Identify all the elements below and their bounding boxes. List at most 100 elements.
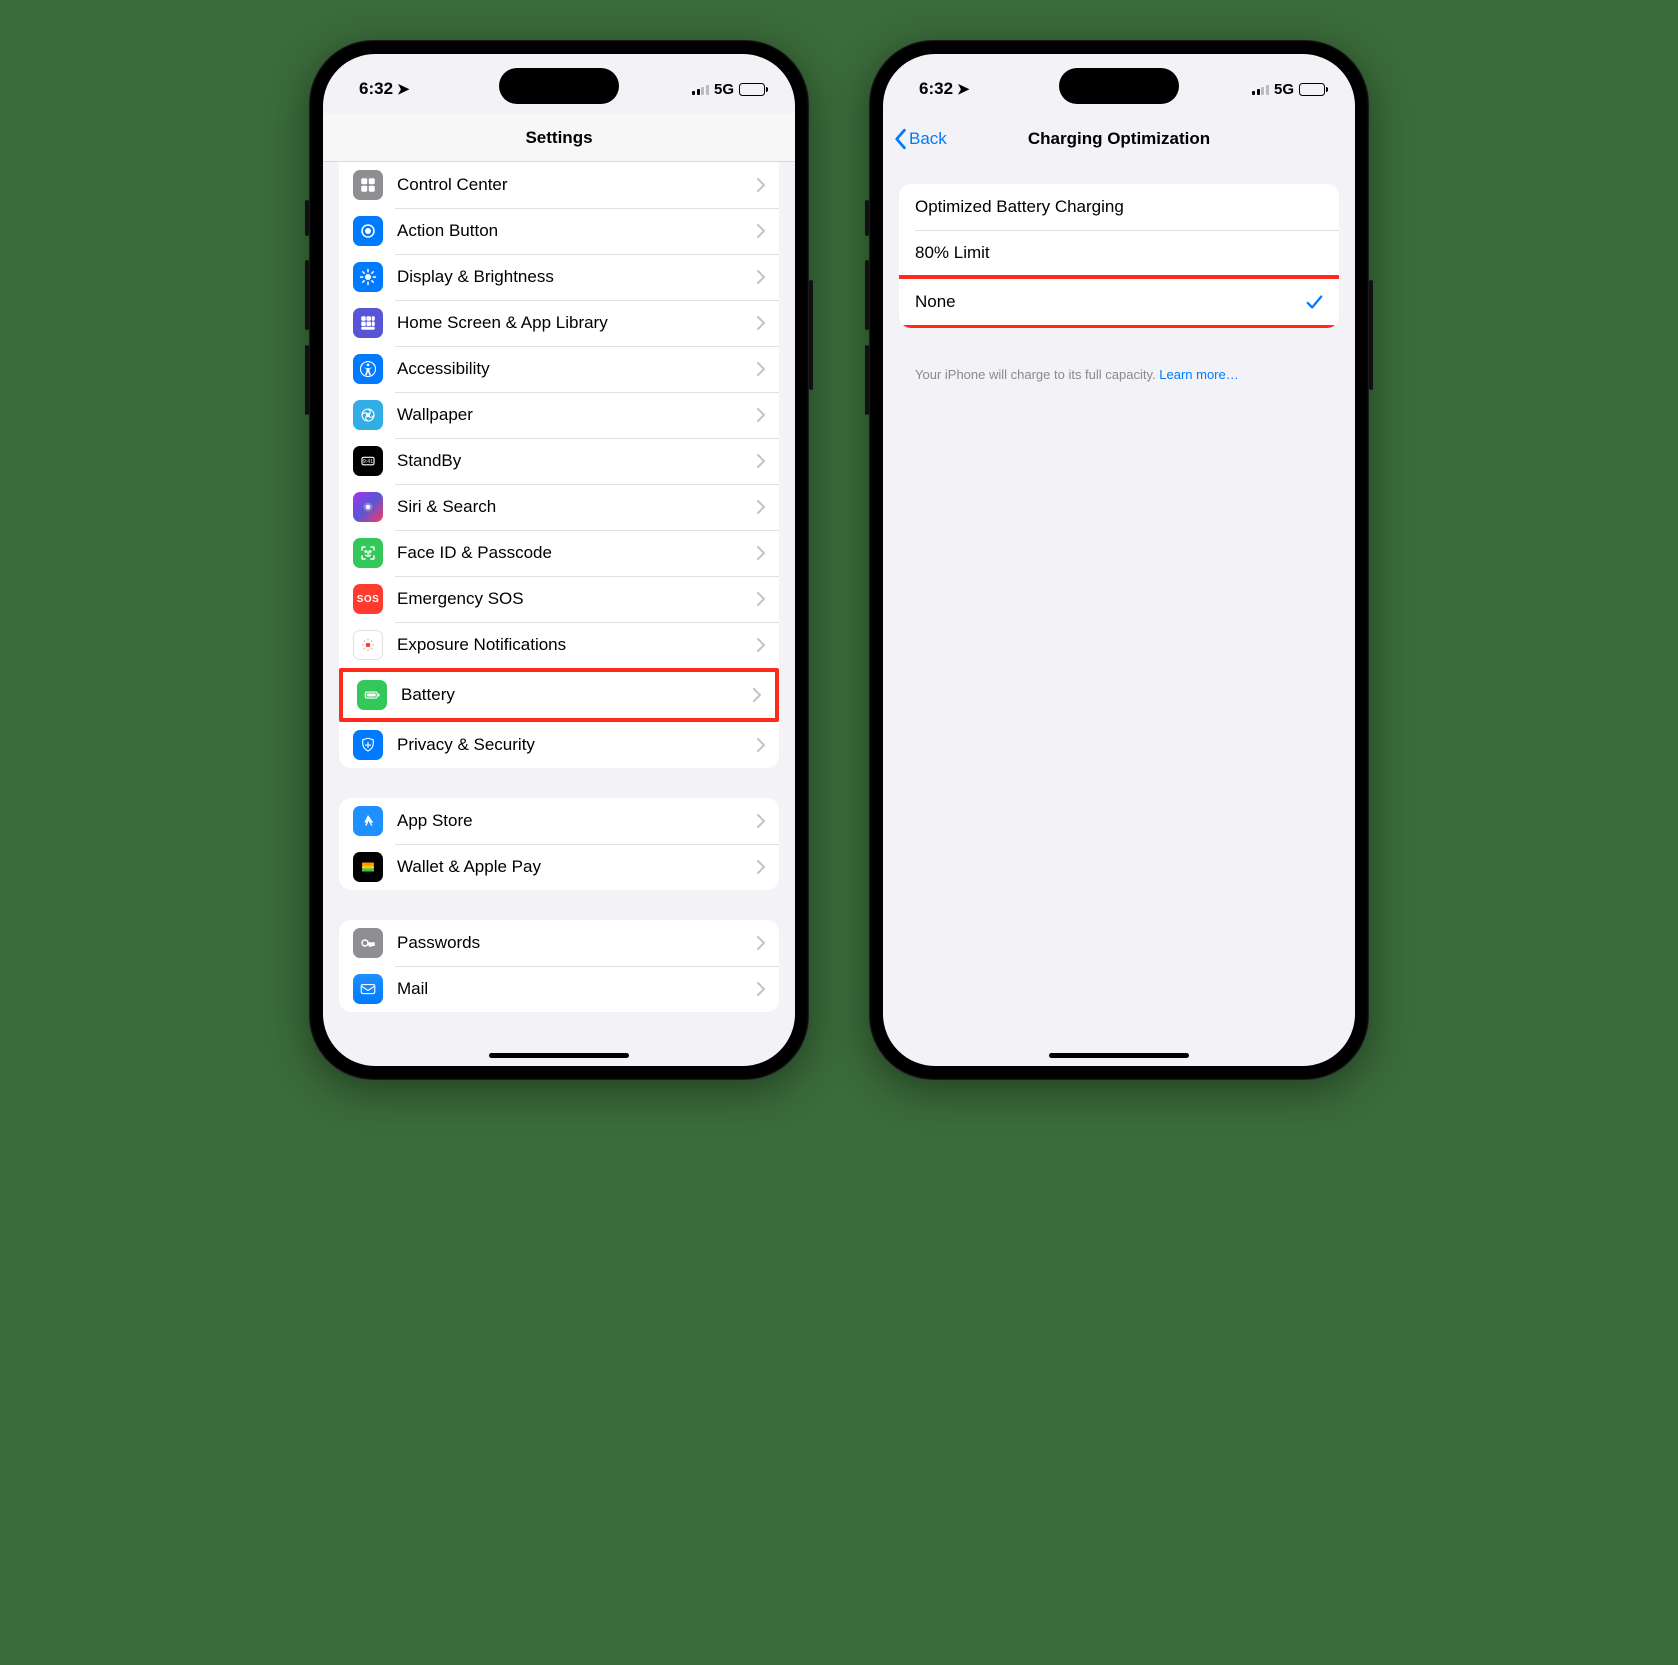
screen-charging-opt: 6:32 ➤ 5G Back Charging Optimization Opt… <box>883 54 1355 1066</box>
mail-icon <box>353 974 383 1004</box>
nav-bar: Back Charging Optimization <box>883 114 1355 164</box>
chevron-right-icon <box>757 592 765 606</box>
siri-icon <box>353 492 383 522</box>
side-button <box>305 345 309 415</box>
appstore-icon <box>353 806 383 836</box>
chevron-right-icon <box>757 408 765 422</box>
row-label: Mail <box>397 979 757 999</box>
home-indicator[interactable] <box>489 1053 629 1058</box>
status-time: 6:32 <box>919 79 953 99</box>
status-network: 5G <box>1274 81 1294 98</box>
row-label: Wallet & Apple Pay <box>397 857 757 877</box>
chevron-right-icon <box>757 738 765 752</box>
row-label: Face ID & Passcode <box>397 543 757 563</box>
battery-icon <box>357 680 387 710</box>
settings-row-action-button[interactable]: Action Button <box>339 208 779 254</box>
footer-note: Your iPhone will charge to its full capa… <box>899 358 1339 384</box>
settings-row-display-brightness[interactable]: Display & Brightness <box>339 254 779 300</box>
home-indicator[interactable] <box>1049 1053 1189 1058</box>
row-label: Privacy & Security <box>397 735 757 755</box>
option-none[interactable]: None <box>899 279 1339 325</box>
highlight-annotation: Battery <box>339 668 779 722</box>
page-title: Charging Optimization <box>1028 129 1210 149</box>
settings-content[interactable]: Control Center Action Button Display & Bri… <box>323 162 795 1066</box>
home-screen-icon <box>353 308 383 338</box>
settings-row-accessibility[interactable]: Accessibility <box>339 346 779 392</box>
settings-row-control-center[interactable]: Control Center <box>339 162 779 208</box>
settings-row-exposure-notifications[interactable]: Exposure Notifications <box>339 622 779 668</box>
signal-icon <box>692 83 709 95</box>
chevron-right-icon <box>757 454 765 468</box>
row-label: Wallpaper <box>397 405 757 425</box>
row-label: Battery <box>401 685 753 705</box>
options-group: Optimized Battery Charging 80% Limit None <box>899 184 1339 328</box>
settings-row-mail[interactable]: Mail <box>339 966 779 1012</box>
row-label: Accessibility <box>397 359 757 379</box>
settings-row-app-store[interactable]: App Store <box>339 798 779 844</box>
checkmark-icon <box>1305 293 1323 311</box>
row-label: Emergency SOS <box>397 589 757 609</box>
chevron-right-icon <box>757 224 765 238</box>
settings-row-battery[interactable]: Battery <box>343 672 775 718</box>
chevron-right-icon <box>757 178 765 192</box>
status-network: 5G <box>714 81 734 98</box>
row-label: Siri & Search <box>397 497 757 517</box>
settings-row-face-id-passcode[interactable]: Face ID & Passcode <box>339 530 779 576</box>
chevron-right-icon <box>757 638 765 652</box>
row-label: Display & Brightness <box>397 267 757 287</box>
nav-bar: Settings <box>323 114 795 162</box>
settings-group: Passwords Mail <box>339 920 779 1012</box>
charging-opt-content[interactable]: Optimized Battery Charging80% LimitNone … <box>883 164 1355 1066</box>
side-button <box>865 345 869 415</box>
side-button <box>1369 280 1373 390</box>
control-center-icon <box>353 170 383 200</box>
chevron-right-icon <box>753 688 761 702</box>
row-label: Exposure Notifications <box>397 635 757 655</box>
option-label: 80% Limit <box>915 243 990 263</box>
side-button <box>865 200 869 236</box>
status-time: 6:32 <box>359 79 393 99</box>
back-button[interactable]: Back <box>893 114 947 164</box>
side-button <box>865 260 869 330</box>
side-button <box>305 260 309 330</box>
learn-more-link[interactable]: Learn more… <box>1159 367 1238 382</box>
chevron-right-icon <box>757 546 765 560</box>
dynamic-island <box>1059 68 1179 104</box>
settings-row-home-screen-app-library[interactable]: Home Screen & App Library <box>339 300 779 346</box>
chevron-right-icon <box>757 936 765 950</box>
location-icon: ➤ <box>397 80 410 98</box>
settings-row-privacy-security[interactable]: Privacy & Security <box>339 722 779 768</box>
wallet-icon <box>353 852 383 882</box>
row-label: Home Screen & App Library <box>397 313 757 333</box>
settings-row-emergency-sos[interactable]: SOS Emergency SOS <box>339 576 779 622</box>
settings-row-standby[interactable]: 9:41StandBy <box>339 438 779 484</box>
row-label: Control Center <box>397 175 757 195</box>
signal-icon <box>1252 83 1269 95</box>
settings-row-siri-search[interactable]: Siri & Search <box>339 484 779 530</box>
phone-frame-left: 6:32 ➤ 5G Settings Control Center Action … <box>309 40 809 1080</box>
dynamic-island <box>499 68 619 104</box>
page-title: Settings <box>525 128 592 148</box>
exposure-icon <box>353 630 383 660</box>
accessibility-icon <box>353 354 383 384</box>
highlight-annotation: None <box>899 275 1339 328</box>
battery-status-icon <box>739 83 765 96</box>
chevron-right-icon <box>757 270 765 284</box>
chevron-right-icon <box>757 316 765 330</box>
back-label: Back <box>909 129 947 149</box>
row-label: Action Button <box>397 221 757 241</box>
settings-row-passwords[interactable]: Passwords <box>339 920 779 966</box>
settings-row-wallet-apple-pay[interactable]: Wallet & Apple Pay <box>339 844 779 890</box>
action-button-icon <box>353 216 383 246</box>
sos-icon: SOS <box>353 584 383 614</box>
settings-group: App Store Wallet & Apple Pay <box>339 798 779 890</box>
side-button <box>809 280 813 390</box>
option-80-limit[interactable]: 80% Limit <box>899 230 1339 276</box>
settings-row-wallpaper[interactable]: Wallpaper <box>339 392 779 438</box>
option-optimized-battery-charging[interactable]: Optimized Battery Charging <box>899 184 1339 230</box>
wallpaper-icon <box>353 400 383 430</box>
location-icon: ➤ <box>957 80 970 98</box>
battery-status-icon <box>1299 83 1325 96</box>
faceid-icon <box>353 538 383 568</box>
row-label: Passwords <box>397 933 757 953</box>
